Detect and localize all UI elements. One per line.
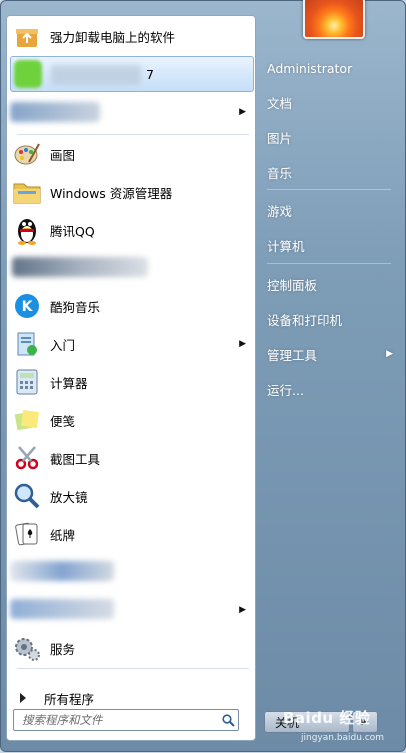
program-label: 7	[146, 66, 154, 82]
divider	[267, 189, 391, 190]
program-uninstaller[interactable]: 强力卸载电脑上的软件	[10, 18, 254, 54]
sticky-notes-icon	[12, 405, 42, 435]
program-services[interactable]: 服务	[10, 630, 254, 666]
program-getting-started[interactable]: 入门 ▶	[10, 326, 254, 362]
program-blurred-highlighted[interactable]: 7	[10, 56, 254, 92]
program-magnifier[interactable]: 放大镜	[10, 478, 254, 514]
program-explorer[interactable]: Windows 资源管理器	[10, 174, 254, 210]
admin-tools-link[interactable]: 管理工具 ▶	[267, 341, 393, 367]
submenu-arrow-icon: ▶	[239, 107, 246, 117]
program-label: 服务	[50, 641, 76, 657]
music-link[interactable]: 音乐	[267, 159, 393, 185]
user-name-link[interactable]: Administrator	[267, 55, 393, 81]
folder-explorer-icon	[12, 177, 42, 207]
divider	[17, 668, 249, 669]
program-qq[interactable]: 腾讯QQ	[10, 212, 254, 248]
program-label: 截图工具	[50, 451, 101, 467]
run-link[interactable]: 运行...	[267, 376, 393, 402]
program-label: 纸牌	[50, 527, 76, 543]
admin-tools-label: 管理工具	[267, 347, 318, 363]
program-solitaire[interactable]: 纸牌	[10, 516, 254, 552]
computer-link[interactable]: 计算机	[267, 232, 393, 258]
program-label: 腾讯QQ	[50, 223, 95, 239]
search-input[interactable]	[14, 712, 218, 728]
program-label: 计算器	[50, 375, 88, 391]
paint-palette-icon	[12, 139, 42, 169]
baidu-watermark: Baidu 经验	[283, 709, 371, 727]
program-label: 酷狗音乐	[50, 299, 101, 315]
program-paint[interactable]: 画图	[10, 136, 254, 172]
program-blurred[interactable]	[10, 554, 254, 590]
submenu-arrow-icon: ▶	[386, 349, 393, 359]
games-link[interactable]: 游戏	[267, 197, 393, 223]
all-programs-button[interactable]: 所有程序	[10, 684, 254, 712]
getting-started-icon	[12, 329, 42, 359]
search-icon[interactable]	[218, 713, 238, 727]
divider	[267, 263, 391, 264]
blurred-app-icon	[13, 59, 43, 89]
all-programs-label: 所有程序	[44, 691, 95, 707]
control-panel-link[interactable]: 控制面板	[267, 271, 393, 297]
divider	[17, 134, 249, 135]
uninstall-box-icon	[12, 21, 42, 51]
kugou-k-icon: K	[12, 291, 42, 321]
submenu-arrow-icon: ▶	[239, 339, 246, 349]
program-snipping-tool[interactable]: 截图工具	[10, 440, 254, 476]
program-calculator[interactable]: 计算器	[10, 364, 254, 400]
qq-penguin-icon	[12, 215, 42, 245]
program-blurred[interactable]	[10, 250, 254, 286]
svg-text:K: K	[22, 299, 34, 315]
pictures-link[interactable]: 图片	[267, 124, 393, 150]
program-kugou[interactable]: K 酷狗音乐	[10, 288, 254, 324]
program-blurred[interactable]: ▶	[10, 94, 254, 130]
play-arrow-icon	[20, 693, 26, 703]
services-gear-icon	[12, 633, 42, 663]
programs-panel: 强力卸载电脑上的软件 7 ▶ 画图 Windows 资源管理器 腾讯QQ K 酷…	[6, 15, 256, 741]
devices-printers-link[interactable]: 设备和打印机	[267, 306, 393, 332]
search-box[interactable]	[13, 709, 239, 731]
program-label: 放大镜	[50, 489, 88, 505]
program-label: Windows 资源管理器	[50, 185, 173, 201]
magnifier-icon	[12, 481, 42, 511]
baidu-watermark-url: jingyan.baidu.com	[301, 733, 385, 743]
solitaire-cards-icon	[12, 519, 42, 549]
places-panel: Administrator 文档 图片 音乐 游戏 计算机 控制面板 设备和打印…	[259, 1, 406, 753]
start-menu: 强力卸载电脑上的软件 7 ▶ 画图 Windows 资源管理器 腾讯QQ K 酷…	[0, 0, 406, 752]
program-sticky-notes[interactable]: 便笺	[10, 402, 254, 438]
program-label: 强力卸载电脑上的软件	[50, 29, 176, 45]
program-label: 入门	[50, 337, 76, 353]
calculator-icon	[12, 367, 42, 397]
submenu-arrow-icon: ▶	[239, 605, 246, 615]
program-blurred[interactable]: ▶	[10, 592, 254, 628]
documents-link[interactable]: 文档	[267, 89, 393, 115]
program-label: 画图	[50, 147, 76, 163]
scissors-icon	[12, 443, 42, 473]
program-label: 便笺	[50, 413, 76, 429]
